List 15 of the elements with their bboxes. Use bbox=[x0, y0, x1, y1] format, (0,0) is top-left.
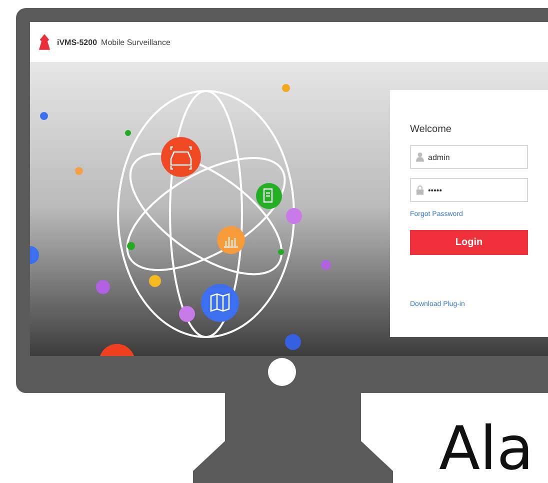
bar-chart-icon bbox=[217, 226, 245, 254]
user-icon bbox=[416, 152, 424, 162]
car-icon bbox=[161, 137, 201, 177]
password-field[interactable]: ••••• bbox=[410, 178, 528, 202]
caption-text: Ala bbox=[439, 419, 534, 479]
power-button-icon bbox=[268, 358, 296, 386]
app-name: iVMS-5200 bbox=[57, 38, 98, 46]
map-icon bbox=[201, 284, 239, 322]
login-button[interactable]: Login bbox=[410, 230, 528, 255]
welcome-title: Welcome bbox=[410, 124, 452, 135]
username-field[interactable]: admin bbox=[410, 145, 528, 169]
app-subtitle: Mobile Surveillance bbox=[101, 38, 170, 46]
lock-icon bbox=[416, 185, 424, 195]
document-icon bbox=[256, 183, 282, 209]
logo-icon bbox=[38, 34, 51, 50]
